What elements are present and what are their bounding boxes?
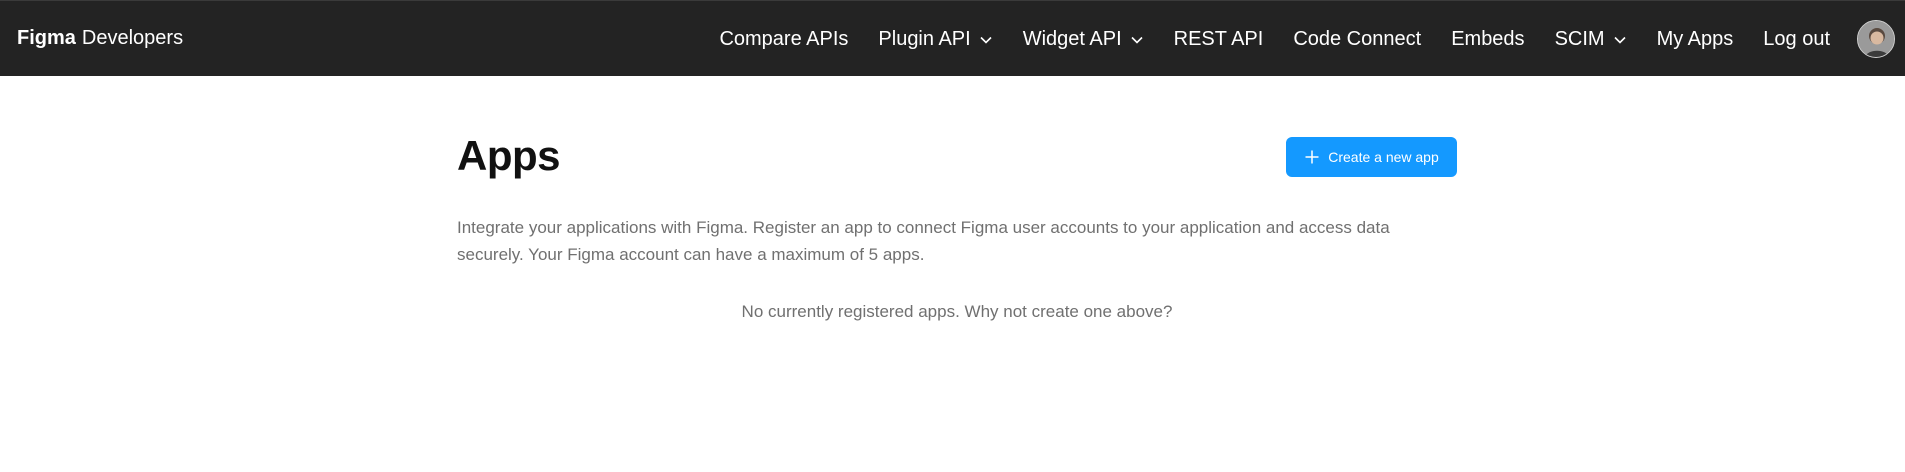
nav-label: My Apps xyxy=(1656,27,1734,50)
apps-description: Integrate your applications with Figma. … xyxy=(457,218,1390,264)
nav-rest-api[interactable]: REST API xyxy=(1159,1,1279,77)
nav-my-apps[interactable]: My Apps xyxy=(1642,1,1749,77)
nav-label: REST API xyxy=(1173,27,1264,50)
nav-label: Log out xyxy=(1763,27,1830,50)
chevron-down-icon xyxy=(1130,33,1144,47)
nav-label: SCIM xyxy=(1554,27,1605,50)
page-title: Apps xyxy=(457,132,561,179)
nav-widget-api[interactable]: Widget API xyxy=(1008,1,1159,77)
avatar-container xyxy=(1845,1,1905,77)
nav-label: Embeds xyxy=(1451,27,1525,50)
nav-embeds[interactable]: Embeds xyxy=(1436,1,1539,77)
nav-label: Plugin API xyxy=(878,27,971,50)
create-button-label: Create a new app xyxy=(1328,149,1439,165)
user-avatar-icon[interactable] xyxy=(1857,20,1895,58)
chevron-down-icon xyxy=(1613,33,1627,47)
empty-state-message: No currently registered apps. Why not cr… xyxy=(741,302,1173,321)
create-new-app-button[interactable]: Create a new app xyxy=(1286,137,1457,177)
main-nav: Compare APIs Plugin API Widget API REST … xyxy=(704,1,1905,77)
nav-log-out[interactable]: Log out xyxy=(1748,1,1845,77)
figma-developers-logo[interactable]: Figma Developers xyxy=(17,26,183,50)
nav-scim[interactable]: SCIM xyxy=(1540,1,1642,77)
brand-figma: Figma xyxy=(17,27,76,49)
nav-label: Widget API xyxy=(1022,27,1122,50)
nav-label: Compare APIs xyxy=(719,27,849,50)
nav-compare-apis[interactable]: Compare APIs xyxy=(704,1,863,77)
brand-developers: Developers xyxy=(81,27,184,49)
chevron-down-icon xyxy=(979,33,993,47)
nav-code-connect[interactable]: Code Connect xyxy=(1278,1,1436,77)
nav-label: Code Connect xyxy=(1293,27,1422,50)
top-navigation-bar: Figma Developers Compare APIs Plugin API… xyxy=(0,0,1905,76)
plus-icon xyxy=(1304,149,1320,165)
nav-plugin-api[interactable]: Plugin API xyxy=(863,1,1007,77)
